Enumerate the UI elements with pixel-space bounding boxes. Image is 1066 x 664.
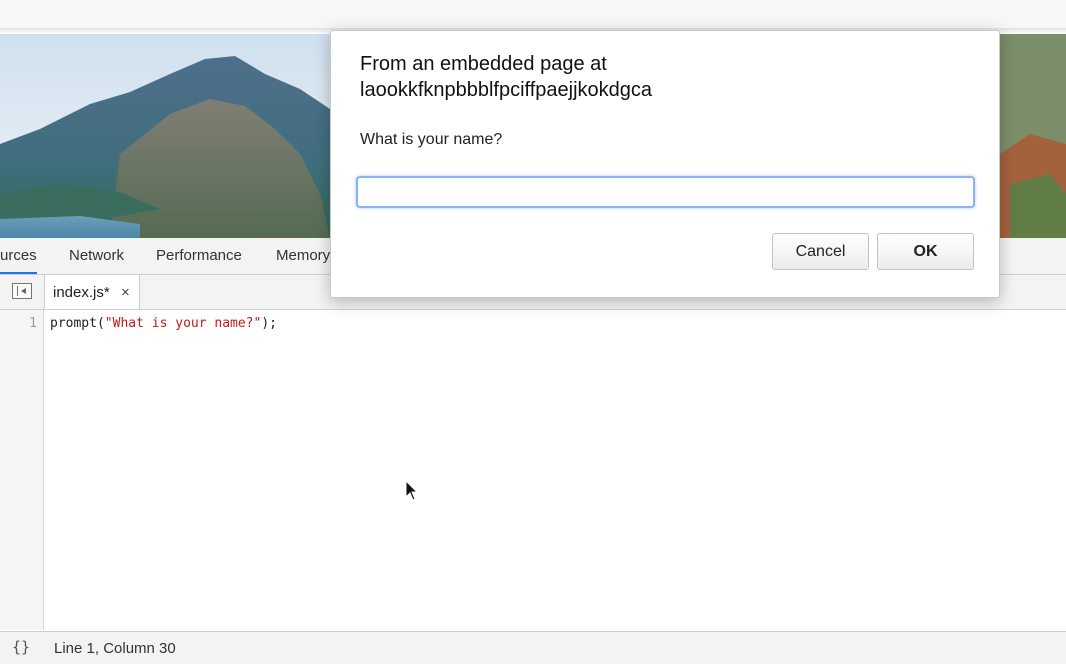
dialog-message: What is your name? [360,131,503,148]
editor-status-bar: {} Line 1, Column 30 [0,631,1066,664]
code-editor[interactable]: 1 prompt("What is your name?"); [0,310,1066,630]
mouse-pointer-icon [405,480,419,501]
tab-network[interactable]: Network [69,238,124,274]
dialog-text-input[interactable] [356,176,975,208]
ok-button[interactable]: OK [877,233,974,270]
tab-sources[interactable]: urces [0,238,37,274]
code-token-string: "What is your name?" [104,316,262,331]
file-tab-index-js[interactable]: index.js* × [44,275,140,309]
close-icon[interactable]: × [121,284,130,301]
file-tab-name: index.js* [53,284,110,301]
pretty-print-icon[interactable]: {} [12,638,30,656]
cancel-button[interactable]: Cancel [772,233,869,270]
line-number-gutter: 1 [0,310,44,630]
code-token-end: ); [261,316,277,331]
dialog-title: From an embedded page at laookkfknpbbblf… [360,51,652,103]
toggle-navigator-icon[interactable] [12,283,32,299]
tab-performance[interactable]: Performance [156,238,242,274]
line-number: 1 [29,316,37,331]
tab-memory[interactable]: Memory [276,238,330,274]
dialog-title-line-2: laookkfknpbbblfpciffpaejjkokdgca [360,79,653,101]
code-line[interactable]: prompt("What is your name?"); [50,316,277,331]
code-token-call: prompt( [50,316,105,331]
cursor-position: Line 1, Column 30 [54,640,176,657]
prompt-dialog: From an embedded page at laookkfknpbbblf… [330,30,1000,298]
browser-top-band [0,0,1066,30]
dialog-title-line-1: From an embedded page at [360,53,607,75]
